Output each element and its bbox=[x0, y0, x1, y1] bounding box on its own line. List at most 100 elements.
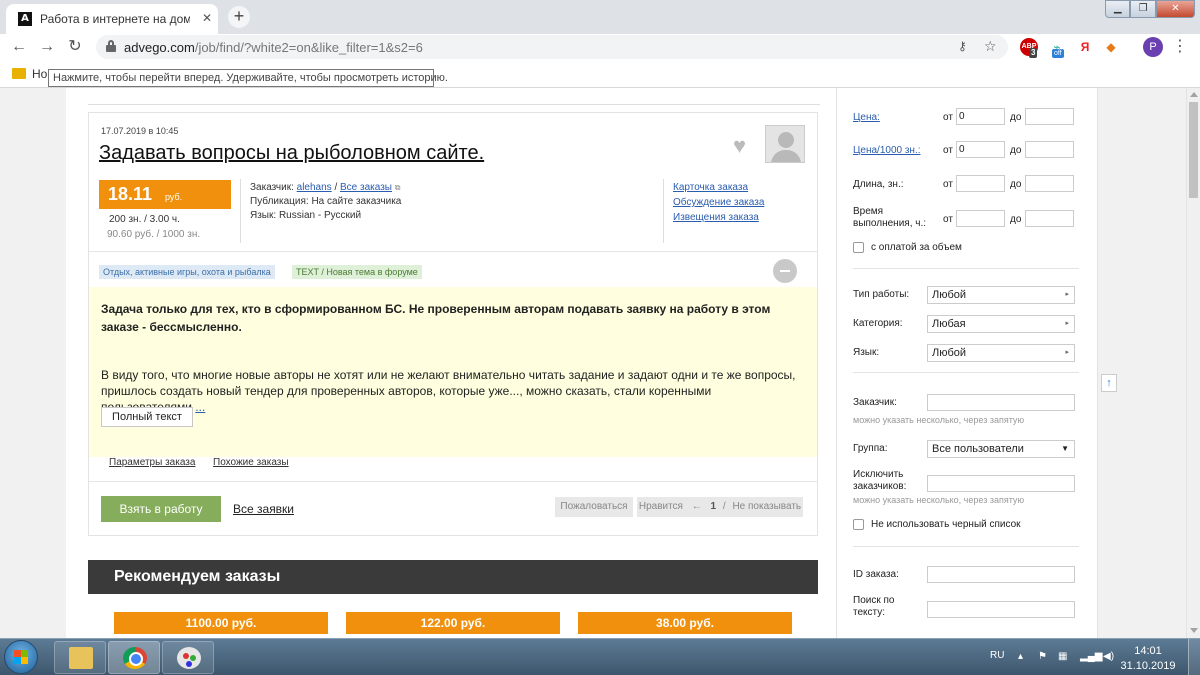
work-type-select[interactable]: Любой ▸ bbox=[927, 286, 1075, 304]
take-job-button[interactable]: Взять в работу bbox=[101, 496, 221, 522]
show-desktop-button[interactable] bbox=[1188, 639, 1200, 675]
minimize-button[interactable]: ▁ bbox=[1105, 0, 1131, 18]
language-select[interactable]: Любой ▸ bbox=[927, 344, 1075, 362]
customer-label: Заказчик: bbox=[250, 182, 294, 193]
bookmark-label[interactable]: Но bbox=[32, 67, 47, 81]
yandex-extension-icon[interactable]: Я bbox=[1076, 38, 1094, 56]
new-tab-button[interactable]: + bbox=[228, 6, 250, 28]
flag-icon[interactable]: ⚑ bbox=[1038, 651, 1047, 662]
url-text[interactable]: advego.com/job/find/?white2=on&like_filt… bbox=[124, 40, 423, 55]
star-icon[interactable]: ☆ bbox=[984, 38, 997, 55]
heart-icon[interactable]: ♥ bbox=[733, 133, 746, 159]
price-filter-label[interactable]: Цена: bbox=[853, 112, 880, 124]
recommend-price[interactable]: 122.00 руб. bbox=[346, 612, 560, 634]
bookmark-folder-icon[interactable] bbox=[12, 68, 26, 79]
gear-icon[interactable] bbox=[773, 259, 797, 283]
like-button[interactable]: Нравится bbox=[639, 501, 683, 512]
no-blacklist-label[interactable]: Не использовать черный список bbox=[871, 519, 1021, 530]
time-to-input[interactable] bbox=[1025, 210, 1074, 227]
fox-extension-icon[interactable]: ◆ bbox=[1102, 38, 1120, 56]
menu-dots-icon[interactable]: ⋮ bbox=[1172, 37, 1188, 57]
offline-extension-icon[interactable]: ⌁ off bbox=[1048, 38, 1066, 58]
to-label: до bbox=[1010, 112, 1022, 123]
price-to-input[interactable] bbox=[1025, 108, 1074, 125]
group-select[interactable]: Все пользователи ▼ bbox=[927, 440, 1075, 458]
tray-expand-icon[interactable]: ▴ bbox=[1018, 651, 1023, 662]
from-label: от bbox=[943, 214, 953, 225]
browser-tab[interactable]: A Работа в интернете на дому он ✕ bbox=[6, 4, 218, 34]
job-card-link[interactable]: Карточка заказа bbox=[673, 182, 748, 193]
window-close-button[interactable]: ✕ bbox=[1155, 0, 1195, 18]
all-bids-link[interactable]: Все заявки bbox=[233, 502, 294, 516]
recommend-price[interactable]: 38.00 руб. bbox=[578, 612, 792, 634]
scroll-thumb[interactable] bbox=[1189, 102, 1198, 198]
length-from-input[interactable] bbox=[956, 175, 1005, 192]
volume-pay-label[interactable]: с оплатой за объем bbox=[871, 242, 962, 253]
forward-arrow-icon[interactable]: → bbox=[36, 36, 58, 58]
network-icon[interactable]: ▦ bbox=[1058, 651, 1067, 662]
volume-icon[interactable]: ◀) bbox=[1103, 651, 1114, 662]
address-bar[interactable]: advego.com/job/find/?white2=on&like_filt… bbox=[96, 35, 1008, 59]
params-link[interactable]: Параметры заказа bbox=[109, 457, 195, 468]
customer-filter-input[interactable] bbox=[927, 394, 1075, 411]
search-input[interactable] bbox=[927, 601, 1075, 618]
language-indicator[interactable]: RU bbox=[990, 650, 1004, 661]
price1000-from-input[interactable]: 0 bbox=[956, 141, 1005, 158]
taskbar-chrome[interactable] bbox=[108, 641, 160, 674]
more-ellipsis[interactable]: ... bbox=[195, 400, 205, 414]
profile-avatar[interactable]: P bbox=[1143, 37, 1163, 57]
time-from-input[interactable] bbox=[956, 210, 1005, 227]
exclude-input[interactable] bbox=[927, 475, 1075, 492]
recommend-section: Рекомендуем заказы 1100.00 руб. 122.00 р… bbox=[88, 560, 818, 638]
time-filter-label: Время выполнения, ч.: bbox=[853, 206, 927, 229]
clock-time[interactable]: 14:01 bbox=[1128, 645, 1168, 657]
price1000-filter-label[interactable]: Цена/1000 зн.: bbox=[853, 145, 921, 157]
length-to-input[interactable] bbox=[1025, 175, 1074, 192]
job-date: 17.07.2019 в 10:45 bbox=[101, 126, 179, 136]
back-arrow-icon[interactable]: ← bbox=[8, 36, 30, 58]
close-icon[interactable]: ✕ bbox=[202, 11, 212, 25]
id-input[interactable] bbox=[927, 566, 1075, 583]
adblock-extension-icon[interactable]: ABP 3 bbox=[1020, 38, 1038, 58]
lock-icon[interactable] bbox=[106, 40, 116, 52]
category-tag[interactable]: Отдых, активные игры, охота и рыбалка bbox=[99, 265, 275, 279]
scroll-down-icon[interactable] bbox=[1190, 628, 1198, 633]
description-text: В виду того, что многие новые авторы не … bbox=[101, 367, 801, 415]
category-select[interactable]: Любая ▸ bbox=[927, 315, 1075, 333]
main-column: 17.07.2019 в 10:45 Задавать вопросы на р… bbox=[66, 88, 836, 638]
taskbar-paint[interactable] bbox=[162, 641, 214, 674]
browser-toolbar: ← → ↻ advego.com/job/find/?white2=on&lik… bbox=[0, 34, 1200, 60]
no-blacklist-checkbox[interactable] bbox=[853, 519, 864, 530]
all-orders-link[interactable]: Все заказы bbox=[340, 182, 392, 193]
scroll-up-icon[interactable] bbox=[1190, 92, 1198, 97]
job-title[interactable]: Задавать вопросы на рыболовном сайте. bbox=[99, 142, 484, 165]
maximize-button[interactable]: ❐ bbox=[1130, 0, 1156, 18]
recommend-header: Рекомендуем заказы bbox=[88, 560, 818, 594]
like-separator: / bbox=[722, 501, 726, 512]
start-button[interactable] bbox=[4, 640, 38, 674]
recommend-title: Рекомендуем заказы bbox=[114, 568, 281, 585]
scroll-top-button[interactable]: ↑ bbox=[1101, 374, 1117, 392]
reload-icon[interactable]: ↻ bbox=[64, 36, 86, 58]
customer-avatar[interactable] bbox=[765, 125, 805, 163]
complain-button[interactable]: Пожаловаться bbox=[555, 497, 633, 517]
similar-link[interactable]: Похожие заказы bbox=[213, 457, 289, 468]
clock-date[interactable]: 31.10.2019 bbox=[1120, 660, 1176, 672]
full-text-button[interactable]: Полный текст bbox=[101, 407, 193, 427]
hide-button[interactable]: Не показывать bbox=[732, 501, 801, 512]
recommend-price[interactable]: 1100.00 руб. bbox=[114, 612, 328, 634]
type-tag[interactable]: TEXT / Новая тема в форуме bbox=[292, 265, 422, 279]
key-icon[interactable]: ⚷ bbox=[958, 39, 967, 53]
job-description: Задача только для тех, кто в сформирован… bbox=[89, 287, 817, 457]
price1000-to-input[interactable] bbox=[1025, 141, 1074, 158]
signal-icon[interactable]: ▂▄▆ bbox=[1080, 651, 1102, 662]
price-from-input[interactable]: 0 bbox=[956, 108, 1005, 125]
taskbar-explorer[interactable] bbox=[54, 641, 106, 674]
customer-link[interactable]: alehans bbox=[297, 182, 332, 193]
job-notices-link[interactable]: Извещения заказа bbox=[673, 212, 759, 223]
divider bbox=[853, 372, 1079, 373]
page-scrollbar[interactable] bbox=[1186, 88, 1200, 638]
job-discussion-link[interactable]: Обсуждение заказа bbox=[673, 197, 764, 208]
divider bbox=[240, 179, 241, 243]
volume-pay-checkbox[interactable] bbox=[853, 242, 864, 253]
